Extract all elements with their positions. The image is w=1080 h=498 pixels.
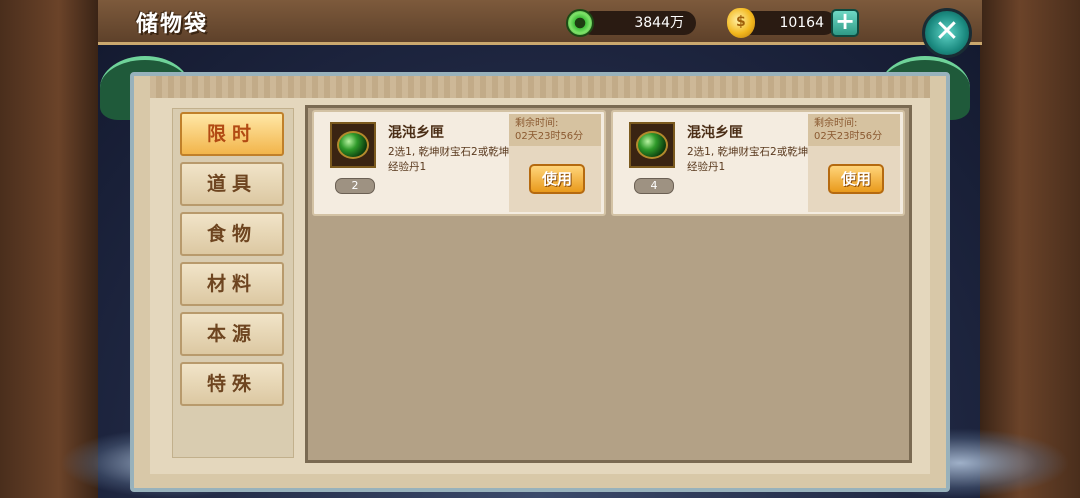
tab-food[interactable]: 食物: [180, 212, 284, 256]
jade-currency-amount: 3844万: [580, 11, 696, 35]
panel-top-border: [150, 76, 930, 100]
timer-value: 02天23时56分: [814, 131, 883, 142]
use-button[interactable]: 使用: [828, 164, 884, 194]
close-button[interactable]: ✕: [922, 8, 972, 58]
item-card[interactable]: 剩余时间: 02天23时56分 2 混沌乡匣 2选1, 乾坤财宝石2或乾坤经验丹…: [312, 110, 606, 216]
remaining-time: 剩余时间: 02天23时56分: [808, 114, 900, 146]
item-count: 2: [335, 178, 375, 194]
item-icon-frame[interactable]: [330, 122, 376, 168]
item-description: 2选1, 乾坤财宝石2或乾坤经验丹1: [687, 146, 809, 173]
tab-origin[interactable]: 本源: [180, 312, 284, 356]
jade-coin-icon: [566, 9, 594, 37]
gold-ingot-icon: [727, 8, 755, 38]
timer-value: 02天23时56分: [515, 131, 584, 142]
green-gem-icon: [337, 131, 369, 159]
add-gold-button[interactable]: +: [831, 9, 859, 37]
tab-items[interactable]: 道具: [180, 162, 284, 206]
page-title: 储物袋: [136, 12, 209, 37]
tab-limited[interactable]: 限时: [180, 112, 284, 156]
tab-materials[interactable]: 材料: [180, 262, 284, 306]
background-right-panel: [980, 0, 1080, 498]
item-name: 混沌乡匣: [687, 125, 743, 141]
item-count: 4: [634, 178, 674, 194]
remaining-time: 剩余时间: 02天23时56分: [509, 114, 601, 146]
green-gem-icon: [636, 131, 668, 159]
tab-special[interactable]: 特殊: [180, 362, 284, 406]
timer-label: 剩余时间:: [515, 118, 559, 129]
timer-label: 剩余时间:: [814, 118, 858, 129]
item-icon-frame[interactable]: [629, 122, 675, 168]
item-name: 混沌乡匣: [388, 125, 444, 141]
background-left-panel: [0, 0, 98, 498]
item-description: 2选1, 乾坤财宝石2或乾坤经验丹1: [388, 146, 510, 173]
item-card[interactable]: 剩余时间: 02天23时56分 4 混沌乡匣 2选1, 乾坤财宝石2或乾坤经验丹…: [611, 110, 905, 216]
use-button[interactable]: 使用: [529, 164, 585, 194]
